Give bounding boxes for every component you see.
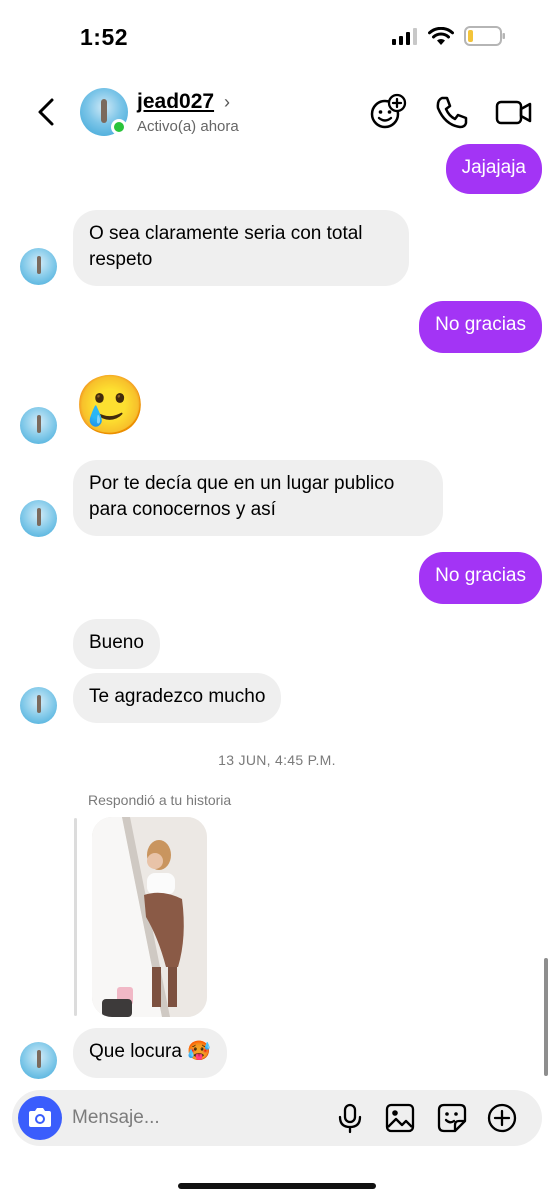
camera-button[interactable]	[18, 1096, 62, 1140]
sender-avatar[interactable]	[20, 687, 57, 724]
online-indicator	[111, 119, 127, 135]
status-time: 1:52	[80, 24, 129, 50]
plus-icon[interactable]	[486, 1102, 518, 1134]
received-message[interactable]: O sea claramente seria con total respeto	[73, 210, 409, 286]
scrollbar[interactable]	[544, 958, 548, 1076]
wifi-icon	[428, 26, 454, 45]
sent-message[interactable]: No gracias	[419, 552, 542, 604]
received-message[interactable]: Te agradezco mucho	[73, 673, 282, 723]
sender-avatar[interactable]	[20, 248, 57, 285]
camera-icon	[29, 1108, 51, 1127]
video-camera-icon[interactable]	[494, 92, 534, 132]
message-thread[interactable]: Jajajaja O sea claramente seria con tota…	[0, 142, 554, 1082]
message-timestamp: 13 JUN, 4:45 P.M.	[218, 752, 336, 768]
chat-header: jead027 › Activo(a) ahora	[0, 78, 554, 150]
phone-icon[interactable]	[432, 92, 472, 132]
chevron-right-icon[interactable]: ›	[224, 92, 230, 113]
username[interactable]: jead027	[137, 90, 214, 114]
story-image	[92, 817, 207, 1017]
sender-avatar[interactable]	[20, 1042, 57, 1079]
received-message[interactable]: Por te decía que en un lugar publico par…	[73, 460, 443, 536]
sent-message[interactable]: Jajajaja	[445, 144, 542, 194]
image-icon[interactable]	[384, 1102, 416, 1134]
reply-line	[74, 818, 77, 1016]
battery-icon	[464, 26, 505, 46]
home-indicator[interactable]	[178, 1183, 376, 1189]
received-message[interactable]: Que locura 🥵	[73, 1028, 227, 1078]
user-status: Activo(a) ahora	[137, 118, 239, 135]
received-message[interactable]: Bueno	[73, 619, 160, 669]
signal-icon	[392, 28, 417, 45]
story-reply-label: Respondió a tu historia	[88, 792, 232, 808]
microphone-icon[interactable]	[334, 1102, 366, 1134]
status-icons	[392, 26, 506, 46]
video-chat-effects-icon[interactable]	[368, 92, 408, 132]
sent-message[interactable]: No gracias	[419, 301, 542, 353]
story-thumbnail[interactable]	[92, 817, 207, 1017]
status-bar: 1:52	[0, 0, 554, 76]
sender-avatar[interactable]	[20, 500, 57, 537]
message-input[interactable]	[72, 1102, 312, 1134]
message-composer	[12, 1090, 542, 1146]
back-arrow-icon[interactable]	[30, 92, 64, 132]
emoji-message[interactable]: 🥲	[74, 374, 146, 438]
sender-avatar[interactable]	[20, 407, 57, 444]
sticker-icon[interactable]	[436, 1102, 468, 1134]
